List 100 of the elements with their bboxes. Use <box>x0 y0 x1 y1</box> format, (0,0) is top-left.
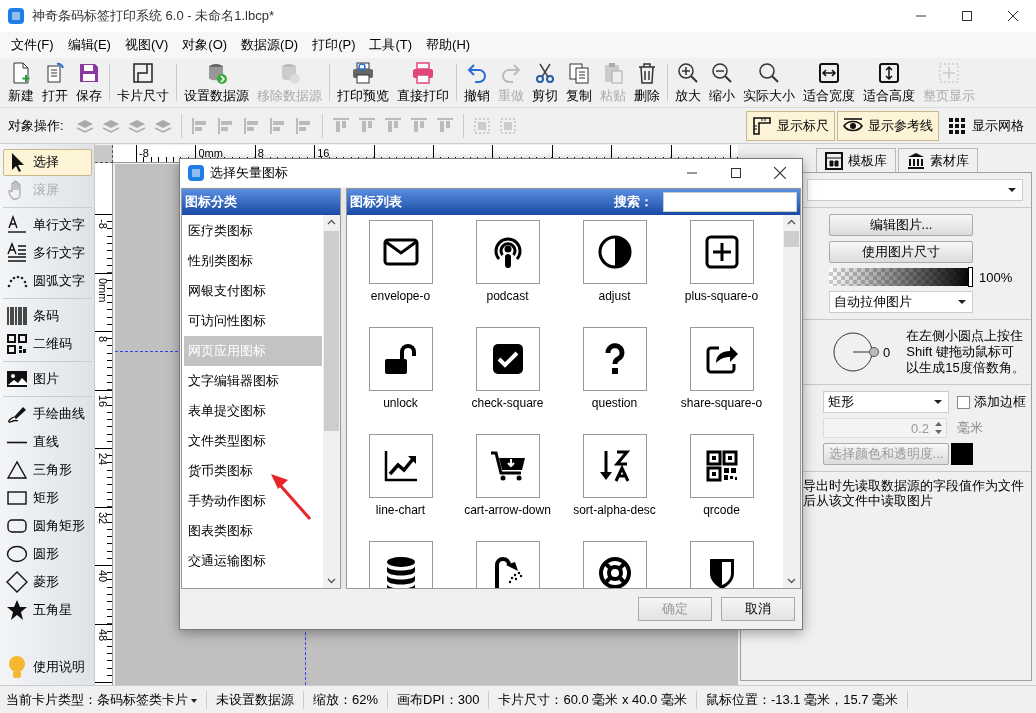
toolbar-button[interactable]: 剪切 <box>528 58 562 107</box>
text-lines-icon <box>6 242 28 264</box>
toggle-button[interactable]: 显示标尺 <box>746 110 835 141</box>
toolbar-button[interactable]: 删除 <box>630 58 664 107</box>
tool-item[interactable]: 矩形 <box>3 484 92 512</box>
slider-thumb[interactable] <box>968 267 973 287</box>
search-field[interactable] <box>663 192 797 212</box>
toolbar-button[interactable]: 卡片尺寸 <box>113 58 173 107</box>
toolbar-button[interactable]: 适合高度 <box>859 58 919 107</box>
icon-tile[interactable] <box>368 220 433 284</box>
icon-tile[interactable] <box>582 541 647 588</box>
tool-item[interactable]: 圆角矩形 <box>3 512 92 540</box>
scroll-down-icon <box>787 578 796 584</box>
category-item[interactable]: 货币类图标 <box>184 456 323 486</box>
toolbar-button[interactable]: 打开 <box>38 58 72 107</box>
edit-image-button[interactable]: 编辑图片... <box>829 214 973 236</box>
tool-item[interactable]: 多行文字 <box>3 239 92 267</box>
ruler-label: 0mm <box>97 277 109 302</box>
image-size-button[interactable]: 使用图片尺寸 <box>829 241 973 263</box>
menu-item[interactable]: 工具(T) <box>362 33 420 57</box>
toolbar-button[interactable]: 打印预览 <box>333 58 393 107</box>
menu-item[interactable]: 帮助(H) <box>419 33 478 57</box>
menu-item[interactable]: 文件(F) <box>4 33 61 57</box>
tool-item[interactable]: 选择 <box>3 148 92 176</box>
stretch-mode-dropdown[interactable]: 自动拉伸图片 <box>829 291 973 313</box>
menu-item[interactable]: 数据源(D) <box>234 33 306 57</box>
icon-tile[interactable] <box>689 541 754 588</box>
card-type-dropdown[interactable]: 当前卡片类型：条码标签类卡片 <box>0 690 207 709</box>
tool-item[interactable]: 图片 <box>3 365 92 393</box>
icon-tile[interactable] <box>689 434 754 498</box>
tool-item[interactable]: 菱形 <box>3 568 92 596</box>
icon-tile[interactable] <box>475 434 540 498</box>
menu-item[interactable]: 视图(V) <box>117 33 176 57</box>
scrollbar-thumb[interactable] <box>324 231 339 431</box>
toolbar-button[interactable]: 直接打印 <box>393 58 453 107</box>
color-swatch[interactable] <box>951 443 973 465</box>
tool-item[interactable]: 五角星 <box>3 596 92 624</box>
toolbar-button[interactable]: 撤销 <box>460 58 494 107</box>
category-item[interactable]: 文件类型图标 <box>184 426 323 456</box>
toggle-button[interactable]: 显示网格 <box>941 110 1030 141</box>
panel-tab[interactable]: 素材库 <box>898 148 978 172</box>
tool-item[interactable]: 直线 <box>3 428 92 456</box>
tool-item[interactable]: 手绘曲线 <box>3 400 92 428</box>
zoom-out-icon <box>710 60 734 85</box>
category-item[interactable]: 医疗类图标 <box>184 216 323 246</box>
add-border-checkbox[interactable]: 添加边框 <box>957 393 1026 411</box>
group-icon <box>497 115 518 136</box>
category-item[interactable]: 文字编辑器图标 <box>184 366 323 396</box>
icon-name: envelope-o <box>370 289 431 303</box>
menu-item[interactable]: 编辑(E) <box>60 33 118 57</box>
category-item[interactable]: 交通运输图标 <box>184 546 323 576</box>
tool-item[interactable]: 单行文字 <box>3 211 92 239</box>
icon-name: podcast <box>486 289 529 303</box>
help-item[interactable]: 使用说明 <box>3 653 92 681</box>
icon-tile[interactable] <box>475 327 540 391</box>
icon-tile[interactable] <box>582 327 647 391</box>
panel-tab[interactable]: 模板库 <box>816 148 896 172</box>
scrollbar[interactable] <box>323 215 340 588</box>
toolbar-button[interactable]: 缩小 <box>705 58 739 107</box>
category-item[interactable]: 网银支付图标 <box>184 276 323 306</box>
cancel-button[interactable]: 取消 <box>721 597 795 621</box>
icon-tile[interactable] <box>368 327 433 391</box>
bank-building-icon <box>907 151 925 170</box>
icon-tile[interactable] <box>368 541 433 588</box>
zoom-in-icon <box>676 60 700 85</box>
category-item[interactable]: 可访问性图标 <box>184 306 323 336</box>
toolbar-button[interactable]: 适合宽度 <box>799 58 859 107</box>
menu-item[interactable]: 对象(O) <box>175 33 235 57</box>
scrollbar-thumb[interactable] <box>784 231 799 247</box>
toolbar-button[interactable]: 放大 <box>671 58 705 107</box>
icon-tile[interactable] <box>689 327 754 391</box>
splitter-handle[interactable] <box>341 188 346 589</box>
tool-item[interactable]: 圆弧文字 <box>3 267 92 295</box>
icon-tile[interactable] <box>582 434 647 498</box>
category-item[interactable]: 性别类图标 <box>184 246 323 276</box>
maximize-icon <box>962 11 972 21</box>
icon-name: line-chart <box>375 503 426 517</box>
tool-item[interactable]: 二维码 <box>3 330 92 358</box>
toggle-button[interactable]: 显示参考线 <box>837 110 939 141</box>
category-item[interactable]: 图表类图标 <box>184 516 323 546</box>
category-item[interactable]: 表单提交图标 <box>184 396 323 426</box>
toolbar-button[interactable]: 设置数据源 <box>180 58 253 107</box>
icon-tile[interactable] <box>475 220 540 284</box>
icon-tile[interactable] <box>368 434 433 498</box>
scrollbar[interactable] <box>783 215 800 588</box>
icon-tile[interactable] <box>475 541 540 588</box>
toolbar-button[interactable]: 保存 <box>72 58 106 107</box>
tool-item[interactable]: 条码 <box>3 302 92 330</box>
tool-item[interactable]: 三角形 <box>3 456 92 484</box>
opacity-slider[interactable] <box>829 268 973 286</box>
border-shape-dropdown[interactable]: 矩形 <box>823 391 949 413</box>
toolbar-button[interactable]: 实际大小 <box>739 58 799 107</box>
menu-item[interactable]: 打印(P) <box>305 33 363 57</box>
toolbar-button[interactable]: 新建 <box>4 58 38 107</box>
toolbar-button[interactable]: 复制 <box>562 58 596 107</box>
icon-tile[interactable] <box>689 220 754 284</box>
tool-item[interactable]: 圆形 <box>3 540 92 568</box>
category-item[interactable]: 手势动作图标 <box>184 486 323 516</box>
dropdown[interactable] <box>807 179 1023 201</box>
icon-tile[interactable] <box>582 220 647 284</box>
